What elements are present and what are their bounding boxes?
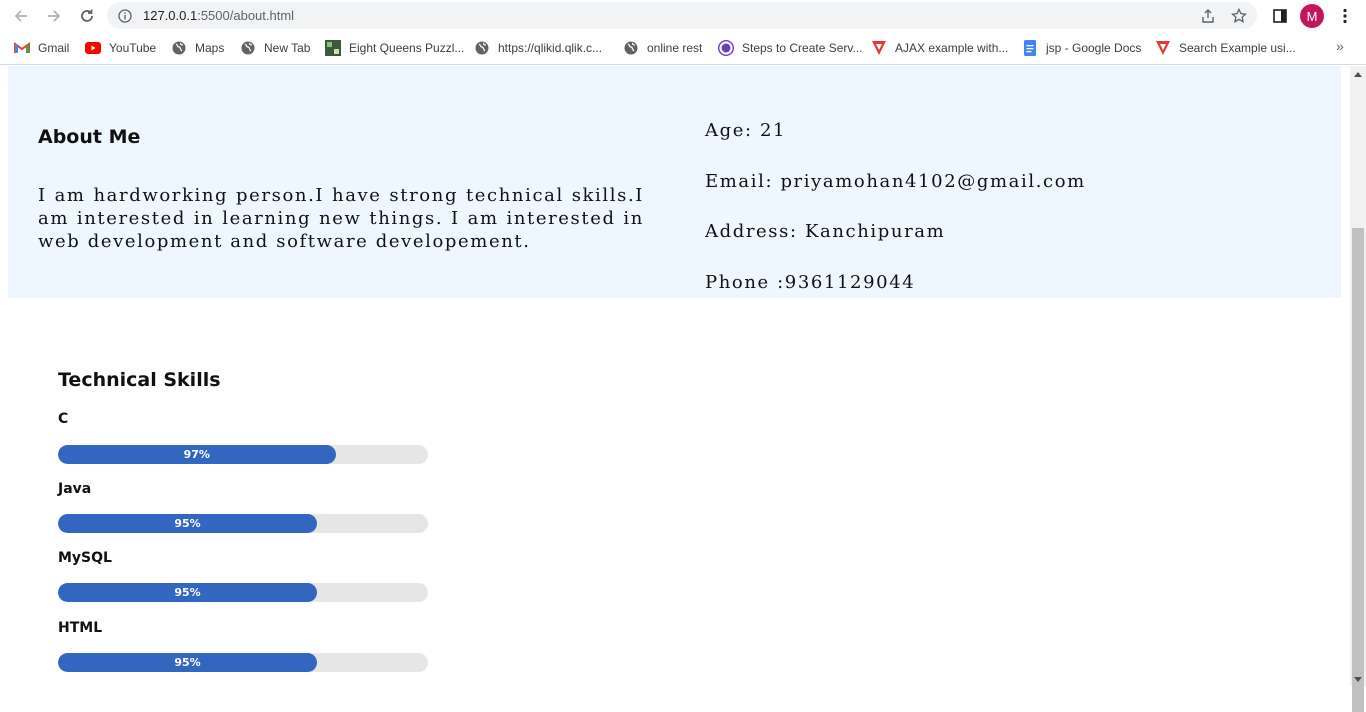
bookmark-label: https://qlikid.qlik.c... [498,41,603,55]
skill-bar-fill: 97% [58,445,336,464]
globe-icon [240,40,256,56]
bookmark-qlikid[interactable]: https://qlikid.qlik.c... [474,39,602,57]
gmail-icon [14,40,30,56]
info-address: Address: Kanchipuram [705,221,946,242]
url-host: 127.0.0.1 [143,8,198,23]
bookmark-label: online rest [647,41,703,55]
forward-arrow-icon [48,10,61,22]
bookmark-maps[interactable]: Maps [171,39,224,57]
page-scrollbar[interactable] [1350,66,1366,712]
skill-bar-java: 95% [58,514,428,533]
docs-icon [1022,40,1038,56]
bookmarks-bar: Gmail YouTube Maps New Tab Eight Queens … [0,32,1366,65]
about-heading: About Me [38,126,141,148]
bookmark-label: Search Example usi... [1179,41,1296,55]
bookmark-gmail[interactable]: Gmail [14,39,69,57]
bookmark-youtube[interactable]: YouTube [85,39,156,57]
youtube-icon [85,40,101,56]
red-v-icon [1155,40,1171,56]
about-section [8,66,1341,298]
bookmark-steps-create[interactable]: Steps to Create Serv... [718,39,863,57]
reload-icon [81,9,93,22]
bookmarks-overflow-icon[interactable]: » [1336,38,1344,54]
bookmark-label: AJAX example with... [895,41,1009,55]
back-button[interactable] [9,4,33,28]
bookmark-new-tab[interactable]: New Tab [240,39,310,57]
bookmark-label: Gmail [38,41,70,55]
image-icon [325,40,341,56]
globe-icon [474,40,490,56]
back-arrow-icon [14,10,27,22]
skills-heading: Technical Skills [58,369,221,391]
skill-name-java: Java [58,481,92,497]
side-panel-icon[interactable] [1268,4,1292,28]
profile-avatar[interactable]: M [1300,4,1324,28]
about-paragraph: I am hardworking person.I have strong te… [38,185,644,252]
skill-bar-fill: 95% [58,583,317,602]
skill-bar-mysql: 95% [58,583,428,602]
red-v-icon [871,40,887,56]
info-icon[interactable] [115,6,135,26]
share-icon[interactable] [1198,6,1218,26]
info-age: Age: 21 [705,120,787,141]
bookmark-ajax-example[interactable]: AJAX example with... [871,39,1008,57]
bookmark-label: YouTube [109,41,157,55]
info-email: Email: priyamohan4102@gmail.com [705,171,1086,192]
address-bar[interactable]: 127.0.0.1:5500/about.html [107,2,1257,29]
info-phone: Phone :9361129044 [705,272,916,293]
skill-name-mysql: MySQL [58,550,112,566]
skill-name-c: C [58,411,69,427]
skill-name-html: HTML [58,620,103,636]
bookmark-label: Eight Queens Puzzl... [349,41,465,55]
skill-bar-fill: 95% [58,653,317,672]
reload-button[interactable] [75,4,99,28]
browser-toolbar: 127.0.0.1:5500/about.html M [0,0,1366,32]
bookmark-jsp-docs[interactable]: jsp - Google Docs [1022,39,1141,57]
bookmark-label: Maps [195,41,225,55]
scroll-down-arrow-icon[interactable] [1354,677,1362,682]
scrollbar-thumb[interactable] [1352,228,1364,712]
skill-bar-c: 97% [58,445,428,464]
url-path: :5500/about.html [197,8,295,23]
skill-bar-html: 95% [58,653,428,672]
menu-kebab-icon[interactable] [1333,4,1357,28]
url-text[interactable]: 127.0.0.1:5500/about.html [143,8,294,23]
globe-icon [171,40,187,56]
bookmark-online-rest[interactable]: online rest [623,39,702,57]
bookmark-eight-queens[interactable]: Eight Queens Puzzl... [325,39,464,57]
forward-button[interactable] [42,4,66,28]
site-icon [718,40,734,56]
skill-bar-fill: 95% [58,514,317,533]
star-icon[interactable] [1229,6,1249,26]
bookmark-search-example[interactable]: Search Example usi... [1155,39,1296,57]
bookmark-label: jsp - Google Docs [1046,41,1142,55]
scroll-up-arrow-icon[interactable] [1354,72,1362,77]
page-viewport: About Me I am hardworking person.I have … [0,66,1350,686]
globe-icon [623,40,639,56]
bookmark-label: Steps to Create Serv... [742,41,863,55]
bookmark-label: New Tab [264,41,311,55]
